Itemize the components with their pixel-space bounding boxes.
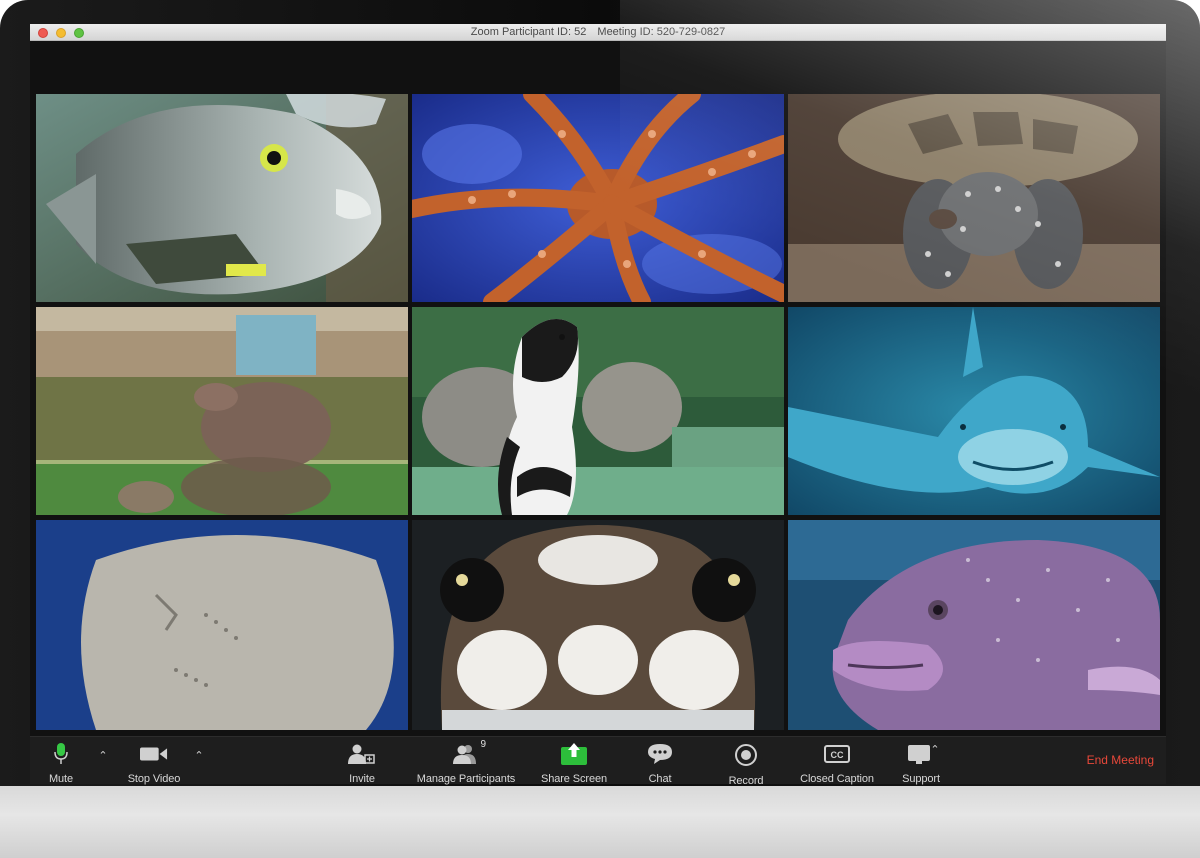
turtle-image bbox=[788, 94, 1160, 302]
closed-caption-icon: CC bbox=[823, 743, 851, 765]
share-screen-label: Share Screen bbox=[540, 773, 608, 785]
chat-label: Chat bbox=[648, 773, 672, 785]
title-bar[interactable]: Zoom Participant ID: 52 Meeting ID: 520-… bbox=[30, 24, 1166, 41]
stop-video-button[interactable]: Stop Video bbox=[122, 737, 186, 785]
mute-button[interactable]: Mute bbox=[44, 737, 78, 785]
closed-caption-button[interactable]: CC Closed Caption bbox=[790, 737, 884, 785]
participant-video-shark[interactable] bbox=[788, 307, 1160, 515]
participant-count-badge: 9 bbox=[480, 739, 486, 750]
participant-video-penguin[interactable] bbox=[412, 307, 784, 515]
record-button[interactable]: Record bbox=[724, 737, 768, 787]
meeting-id-text: Meeting ID: 520-729-0827 bbox=[597, 26, 726, 38]
mute-label: Mute bbox=[48, 773, 74, 785]
record-icon bbox=[732, 743, 760, 767]
participant-video-octopus[interactable] bbox=[412, 94, 784, 302]
participant-video-angelfish[interactable] bbox=[36, 94, 408, 302]
microphone-icon bbox=[47, 743, 75, 765]
chat-button[interactable]: Chat bbox=[642, 737, 678, 785]
end-meeting-button[interactable]: End Meeting bbox=[1087, 753, 1154, 767]
participant-video-stingray[interactable] bbox=[36, 520, 408, 730]
monitor-chin bbox=[0, 786, 1200, 858]
window-title: Zoom Participant ID: 52 Meeting ID: 520-… bbox=[30, 26, 1166, 38]
support-options-chevron-up-icon[interactable]: ⌃ bbox=[928, 743, 942, 757]
participant-video-frog[interactable] bbox=[412, 520, 784, 730]
penguin-image bbox=[412, 307, 784, 515]
octopus-image bbox=[412, 94, 784, 302]
stingray-image bbox=[36, 520, 408, 730]
video-options-chevron-up-icon[interactable]: ⌃ bbox=[192, 749, 206, 763]
chat-bubble-icon bbox=[646, 743, 674, 765]
svg-text:CC: CC bbox=[831, 750, 844, 760]
invite-label: Invite bbox=[349, 773, 375, 785]
share-screen-button[interactable]: Share Screen bbox=[536, 737, 612, 785]
invite-button[interactable]: Invite bbox=[344, 737, 380, 785]
participants-icon: 9 bbox=[452, 739, 486, 765]
meeting-toolbar: Mute ⌃ Stop Video ⌃ Invite 9 Manage Part… bbox=[30, 736, 1166, 787]
angelfish-image bbox=[36, 94, 408, 302]
record-label: Record bbox=[728, 775, 764, 787]
add-person-icon bbox=[348, 743, 376, 765]
participant-video-grouper-fish[interactable] bbox=[788, 520, 1160, 730]
support-label: Support bbox=[902, 773, 940, 785]
closed-caption-label: Closed Caption bbox=[800, 773, 874, 785]
zoom-window: Zoom Participant ID: 52 Meeting ID: 520-… bbox=[30, 24, 1166, 787]
hippopotamus-image bbox=[36, 307, 408, 515]
stop-video-label: Stop Video bbox=[127, 773, 181, 785]
manage-participants-label: Manage Participants bbox=[416, 773, 516, 785]
video-camera-icon bbox=[140, 743, 168, 765]
manage-participants-button[interactable]: 9 Manage Participants bbox=[410, 737, 522, 785]
participant-video-hippopotamus[interactable] bbox=[36, 307, 408, 515]
participant-video-turtle[interactable] bbox=[788, 94, 1160, 302]
shark-image bbox=[788, 307, 1160, 515]
audio-options-chevron-up-icon[interactable]: ⌃ bbox=[96, 749, 110, 763]
video-grid bbox=[36, 94, 1160, 730]
participant-id-text: Zoom Participant ID: 52 bbox=[470, 26, 587, 38]
grouper-fish-image bbox=[788, 520, 1160, 730]
share-screen-icon bbox=[560, 743, 588, 765]
frog-image bbox=[412, 520, 784, 730]
